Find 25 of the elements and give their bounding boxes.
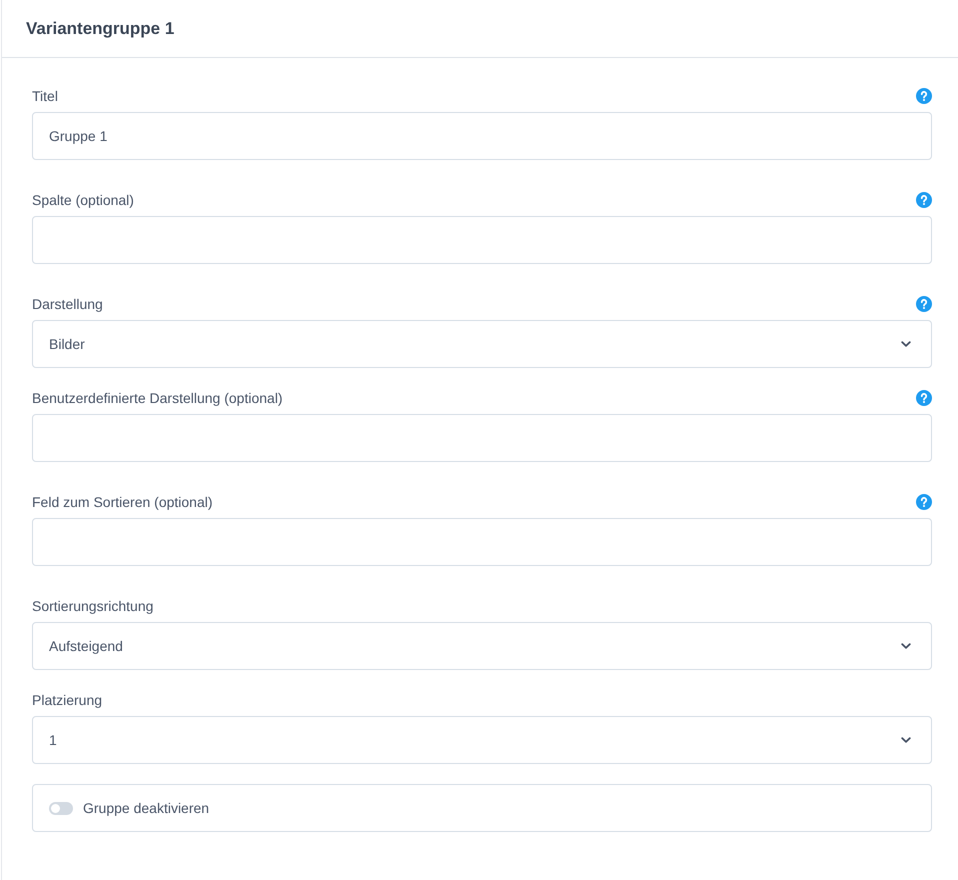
text-input[interactable] [32,414,932,462]
field-label: Spalte (optional) [32,192,134,208]
toggle-switch[interactable] [49,802,73,814]
help-icon[interactable] [916,296,932,312]
help-icon[interactable] [916,390,932,406]
field-label: Titel [32,88,58,104]
select-field[interactable]: 1 [32,716,932,764]
select-field[interactable]: Aufsteigend [32,622,932,670]
text-input[interactable]: Gruppe 1 [32,112,932,160]
panel-title: Variantengruppe 1 [26,18,174,38]
chevron-down-icon [901,341,911,347]
field-label: Platzierung [32,692,102,708]
field-label: Feld zum Sortieren (optional) [32,494,213,510]
chevron-down-icon [901,643,911,649]
help-icon[interactable] [916,192,932,208]
toggle-label: Gruppe deaktivieren [83,800,210,816]
help-icon[interactable] [916,494,932,510]
field-label: Sortierungsrichtung [32,598,154,614]
chevron-down-icon [901,737,911,743]
help-icon[interactable] [916,88,932,104]
text-input[interactable] [32,216,932,264]
select-field[interactable]: Bilder [32,320,932,368]
field-label: Darstellung [32,296,103,312]
text-input[interactable] [32,518,932,566]
field-label: Benutzerdefinierte Darstellung (optional) [32,390,283,406]
